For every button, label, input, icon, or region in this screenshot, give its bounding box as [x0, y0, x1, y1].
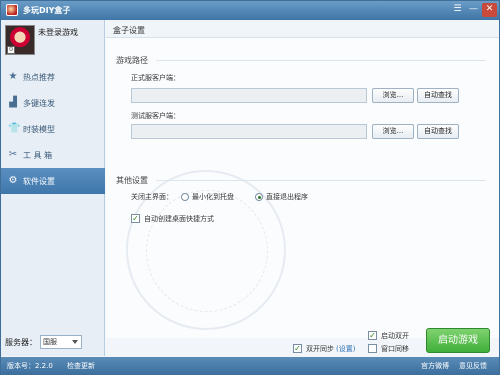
- minimize-icon[interactable]: —: [466, 3, 481, 17]
- avatar-badge: 0: [7, 46, 15, 54]
- test-client-label: 测试服客户端：: [131, 112, 180, 120]
- tools-icon: ✂: [8, 149, 18, 160]
- test-client-path-input[interactable]: [131, 124, 367, 139]
- server-row: 服务器： 国服: [5, 335, 82, 349]
- server-value: 国服: [43, 338, 57, 346]
- sidebar-item-label: 时装模型: [23, 124, 55, 134]
- status-bar: 版本号：2.2.0 检查更新 官方微博 意见反馈: [1, 357, 499, 374]
- blocks-icon: ▟: [9, 97, 17, 108]
- minimize-tray-label[interactable]: 最小化到托盘: [192, 192, 234, 202]
- test-browse-button[interactable]: 浏览...: [372, 124, 414, 139]
- section-title-game-path: 游戏路径: [116, 56, 148, 65]
- divider: [156, 60, 486, 61]
- official-client-label: 正式服客户端：: [131, 74, 180, 82]
- window-sync-checkbox[interactable]: [368, 344, 377, 353]
- close-main-label: 关闭主界面：: [131, 193, 173, 201]
- section-title-other: 其他设置: [116, 176, 148, 185]
- minimize-tray-radio[interactable]: [181, 193, 189, 201]
- sidebar-item-settings[interactable]: ⚙ 软件设置: [1, 168, 105, 194]
- test-auto-find-button[interactable]: 自动查找: [417, 124, 459, 139]
- divider: [156, 180, 486, 181]
- sidebar-item-hot[interactable]: ★ 热点推荐: [1, 64, 105, 90]
- sidebar-item-label: 工 具 箱: [23, 150, 53, 160]
- star-icon: ★: [8, 71, 18, 82]
- sidebar: 0 未登录游戏 ★ 热点推荐 ▟ 多键连发 👕 时装模型 ✂ 工 具 箱 ⚙ 软…: [1, 20, 105, 356]
- auto-shortcut-checkbox[interactable]: ✓: [131, 214, 140, 223]
- window-sync-label[interactable]: 窗口同移: [381, 344, 409, 354]
- panel-header: 盒子设置: [106, 20, 499, 38]
- official-browse-button[interactable]: 浏览...: [372, 88, 414, 103]
- shirt-icon: 👕: [8, 123, 21, 134]
- auto-start-checkbox[interactable]: ✓: [368, 331, 377, 340]
- sidebar-item-fashion[interactable]: 👕 时装模型: [1, 116, 105, 142]
- server-select[interactable]: 国服: [40, 335, 82, 349]
- exit-program-label[interactable]: 直接退出程序: [266, 192, 308, 202]
- sidebar-item-label: 热点推荐: [23, 72, 55, 82]
- server-label: 服务器：: [5, 337, 37, 347]
- menu-icon[interactable]: ☰: [450, 3, 465, 17]
- chevron-down-icon: [72, 340, 78, 344]
- version-text: 版本号：2.2.0: [7, 362, 53, 370]
- settings-panel: 盒子设置 游戏路径 正式服客户端： 浏览... 自动查找 测试服客户端： 浏览.…: [106, 20, 499, 338]
- app-title: 多玩DIY盒子: [23, 6, 71, 15]
- exit-program-radio[interactable]: [255, 193, 263, 201]
- sidebar-item-macro[interactable]: ▟ 多键连发: [1, 90, 105, 116]
- sidebar-item-label: 多键连发: [23, 98, 55, 108]
- window-controls: ☰ — ✕: [450, 3, 497, 17]
- sidebar-nav: ★ 热点推荐 ▟ 多键连发 👕 时装模型 ✂ 工 具 箱 ⚙ 软件设置: [1, 64, 105, 194]
- sync-settings-link[interactable]: (设置): [336, 344, 355, 354]
- auto-start-label[interactable]: 启动双开: [381, 331, 409, 341]
- sidebar-item-tools[interactable]: ✂ 工 具 箱: [1, 142, 105, 168]
- gear-icon: ⚙: [8, 175, 18, 186]
- panel-title: 盒子设置: [113, 26, 145, 35]
- app-logo-icon: [6, 4, 18, 16]
- user-panel: 0 未登录游戏: [5, 25, 101, 65]
- check-update-link[interactable]: 检查更新: [67, 361, 95, 371]
- dual-sync-checkbox[interactable]: ✓: [293, 344, 302, 353]
- dual-sync-label[interactable]: 双开同步: [306, 344, 334, 354]
- official-auto-find-button[interactable]: 自动查找: [417, 88, 459, 103]
- website-link[interactable]: 官方微博: [421, 361, 449, 371]
- sidebar-item-label: 软件设置: [23, 176, 55, 186]
- user-name: 未登录游戏: [38, 28, 78, 37]
- official-client-path-input[interactable]: [131, 88, 367, 103]
- title-bar[interactable]: 多玩DIY盒子 ☰ — ✕: [1, 1, 499, 20]
- app-window: 多玩DIY盒子 ☰ — ✕ 0 未登录游戏 ★ 热点推荐 ▟ 多键连发 👕 时装…: [0, 0, 500, 375]
- auto-shortcut-label[interactable]: 自动创建桌面快捷方式: [144, 214, 214, 224]
- feedback-link[interactable]: 意见反馈: [459, 361, 487, 371]
- close-icon[interactable]: ✕: [482, 3, 497, 17]
- start-game-button[interactable]: 启动游戏: [426, 328, 490, 353]
